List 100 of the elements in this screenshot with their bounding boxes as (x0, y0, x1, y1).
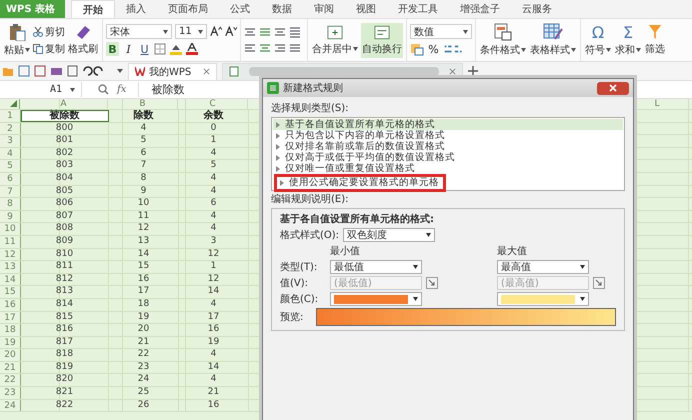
max-type-dropdown[interactable]: 最高值 (497, 260, 589, 274)
table-cell: 11 (109, 210, 179, 222)
format-painter-button[interactable]: 格式刷 (67, 22, 99, 58)
table-cell: 4 (179, 172, 249, 185)
rule-type-item[interactable]: 只为包含以下内容的单元格设置格式 (273, 130, 623, 141)
underline-button[interactable]: U (138, 42, 151, 56)
field-label: 格式样式(O): (280, 228, 340, 242)
table-brush-icon (543, 23, 563, 41)
copy-button[interactable]: 复制 (33, 42, 65, 56)
ribbon-tab[interactable]: 增强盒子 (449, 0, 512, 18)
caret-icon[interactable] (117, 69, 123, 73)
table-cell: 4 (179, 210, 249, 222)
ribbon-tab[interactable]: 数据 (261, 0, 304, 18)
percent-button[interactable]: % (427, 42, 440, 56)
table-style-button[interactable]: 表格样式 (529, 21, 577, 59)
number-format-dropdown[interactable]: 数值 (410, 24, 472, 39)
cut-button[interactable]: 剪切 (33, 24, 65, 38)
rule-type-item[interactable]: 仅对唯一值或重复值设置格式 (273, 163, 623, 174)
merge-center-button[interactable]: 合并居中 (311, 22, 359, 58)
table-cell: 4 (109, 122, 179, 134)
max-color-dropdown[interactable] (497, 292, 589, 306)
table-cell: 817 (21, 336, 109, 348)
dialog-title: 新建格式规则 (283, 82, 343, 95)
italic-button[interactable]: I (122, 42, 135, 56)
table-cell: 4 (179, 374, 249, 386)
clipboard-icon (8, 23, 26, 41)
caret-icon (413, 265, 418, 269)
table-cell: 20 (109, 324, 179, 336)
table-cell: 802 (21, 148, 109, 160)
header-cell: 除数 (109, 110, 179, 122)
scissors-icon (33, 26, 43, 36)
table-cell: 4 (179, 349, 249, 361)
table-cell: 800 (21, 122, 109, 134)
filter-button[interactable]: 筛选 (644, 22, 666, 58)
font-dropdown[interactable]: 宋体 (106, 24, 172, 39)
table-cell: 15 (109, 261, 179, 273)
symbol-button[interactable]: Ω 符号 (584, 22, 612, 58)
ribbon-tab[interactable]: 插入 (115, 0, 158, 18)
table-cell: 13 (109, 236, 179, 248)
section-label: 选择规则类型(S): (271, 102, 350, 115)
wrap-text-button[interactable]: 自动换行 (361, 22, 403, 58)
ribbon-tab[interactable]: 开始 (71, 0, 116, 18)
rule-type-item[interactable]: 基于各自值设置所有单元格的格式 (273, 119, 623, 130)
table-cell: 6 (179, 198, 249, 210)
table-cell: 21 (179, 387, 249, 399)
table-cell: 1 (179, 261, 249, 273)
table-cell: 801 (21, 135, 109, 147)
table-cell: 19 (179, 336, 249, 348)
range-picker-icon[interactable] (426, 277, 438, 289)
grow-font-icon[interactable] (210, 26, 222, 37)
new-tab-icon[interactable] (468, 66, 478, 76)
min-color-dropdown[interactable] (330, 292, 422, 306)
font-size-dropdown[interactable]: 11 (175, 24, 207, 39)
field-label: 值(V): (280, 277, 310, 290)
font-color-icon[interactable] (186, 43, 198, 55)
shrink-font-icon[interactable] (225, 26, 237, 37)
sheet-file-icon (229, 66, 240, 77)
zoom-icon[interactable] (98, 84, 109, 95)
borders-icon[interactable] (154, 43, 166, 55)
table-cell: 806 (21, 198, 109, 210)
rule-type-item[interactable]: 仅对排名靠前或靠后的数值设置格式 (273, 141, 623, 152)
currency-icon[interactable] (410, 42, 424, 56)
range-picker-icon[interactable] (593, 277, 605, 289)
table-cell: 16 (179, 324, 249, 336)
table-cell: 12 (179, 248, 249, 260)
name-box[interactable]: A1 (0, 82, 82, 97)
table-cell: 14 (109, 248, 179, 260)
field-label: 预览: (280, 311, 304, 324)
column-heading: 最大值 (497, 244, 527, 258)
close-icon[interactable] (449, 68, 456, 75)
ribbon-tab[interactable]: 页面布局 (157, 0, 220, 18)
document-tab[interactable]: 我的WPS (128, 62, 218, 80)
conditional-format-button[interactable]: 条件格式 (479, 21, 527, 59)
fill-color-icon[interactable] (169, 43, 183, 55)
row-header[interactable]: 21 (0, 362, 21, 374)
bold-button[interactable]: B (106, 42, 119, 56)
table-cell: 23 (109, 362, 179, 374)
ribbon-tab[interactable]: 云服务 (511, 0, 564, 18)
close-button[interactable] (597, 82, 629, 94)
table-cell: 819 (21, 362, 109, 374)
ribbon-tab[interactable]: 审阅 (303, 0, 346, 18)
paste-button[interactable]: 粘贴 (3, 21, 31, 59)
rule-type-item[interactable]: 使用公式确定要设置格式的单元格 (277, 177, 443, 189)
table-cell: 5 (109, 135, 179, 147)
caret-icon (606, 48, 611, 52)
rule-type-item[interactable]: 仅对高于或低于平均值的数值设置格式 (273, 152, 623, 163)
caret-icon (580, 297, 585, 301)
ribbon-tab[interactable]: 公式 (219, 0, 262, 18)
function-label[interactable]: fx (117, 84, 126, 95)
app-icon (267, 82, 279, 94)
min-type-dropdown[interactable]: 最低值 (330, 260, 422, 274)
format-style-dropdown[interactable]: 双色刻度 (343, 228, 436, 242)
sum-button[interactable]: Σ 求和 (614, 22, 642, 58)
close-icon[interactable] (203, 68, 210, 75)
table-cell: 807 (21, 210, 109, 222)
ribbon-tab[interactable]: 开发工具 (387, 0, 450, 18)
caret-icon (25, 48, 30, 52)
table-cell: 815 (21, 312, 109, 324)
ribbon-tab[interactable]: 视图 (345, 0, 388, 18)
row-header[interactable]: 4 (0, 148, 21, 160)
